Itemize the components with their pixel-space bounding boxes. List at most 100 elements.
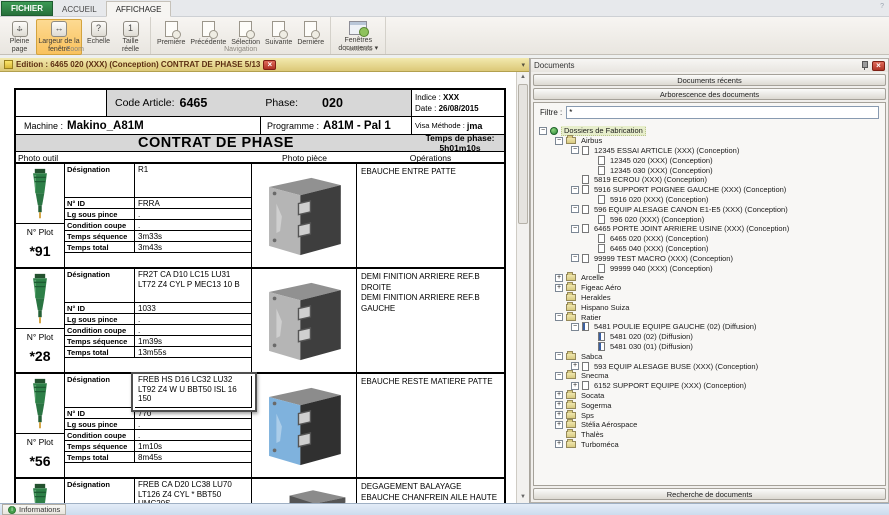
tree-item[interactable]: +6152 SUPPORT EQUIPE (XXX) (Conception) (537, 381, 882, 391)
tree-item[interactable]: +Figeac Aéro (537, 283, 882, 293)
derniere-button[interactable]: Dernière (295, 19, 326, 49)
field-label: Temps séquence (65, 336, 135, 346)
filter-input[interactable] (566, 106, 879, 119)
tree-item[interactable]: +Sogerma (537, 400, 882, 410)
tab-affichage[interactable]: AFFICHAGE (106, 1, 172, 17)
tree-item[interactable]: 6465 040 (XXX) (Conception) (537, 244, 882, 254)
tree-item[interactable]: −99999 TEST MACRO (XXX) (Conception) (537, 253, 882, 263)
expand-icon[interactable]: + (555, 401, 563, 409)
close-panel-button[interactable]: × (872, 61, 885, 71)
tree-item[interactable]: −Dossiers de Fabrication (537, 126, 882, 136)
collapse-icon[interactable]: − (571, 146, 579, 154)
echelle-button[interactable]: ?Echelle (83, 19, 114, 48)
collapse-icon[interactable]: − (571, 205, 579, 213)
phase-label: Phase: (265, 97, 298, 109)
close-document-button[interactable]: × (263, 60, 276, 70)
scrollbar-thumb[interactable] (518, 84, 528, 224)
tree-item[interactable]: −Sabca (537, 351, 882, 361)
collapse-icon[interactable]: − (571, 254, 579, 262)
n-plot-label: N° Plot (16, 437, 64, 447)
field-label: N° ID (65, 408, 135, 418)
tree-item[interactable]: +Stélia Aérospace (537, 420, 882, 430)
tree-item[interactable]: Thalès (537, 430, 882, 440)
expand-icon[interactable]: + (555, 440, 563, 448)
expand-icon[interactable]: + (571, 382, 579, 390)
help-icon[interactable]: ? (880, 3, 884, 10)
tree-item[interactable]: −5481 POULIE EQUIPE GAUCHE (02) (Diffusi… (537, 322, 882, 332)
premiere-button[interactable]: Première (155, 19, 187, 49)
tree-item[interactable]: +Turboméca (537, 440, 882, 450)
tool-photo (27, 376, 53, 432)
collapse-icon[interactable]: − (555, 352, 563, 360)
tree-item[interactable]: −6465 PORTE JOINT ARRIERE USINE (XXX) (C… (537, 224, 882, 234)
tree-item[interactable]: −Airbus (537, 136, 882, 146)
documents-tree-bar[interactable]: Arborescence des documents (533, 88, 886, 100)
tree-item[interactable]: 12345 020 (XXX) (Conception) (537, 155, 882, 165)
tree-item[interactable]: −Ratier (537, 312, 882, 322)
tree-item[interactable]: −596 EQUIP ALESAGE CANON E1-E5 (XXX) (Co… (537, 204, 882, 214)
tree-item[interactable]: 5481 020 (02) (Diffusion) (537, 332, 882, 342)
ribbon-body: ↔↕Pleine page↔Largeur de la fenêtre?Eche… (0, 17, 889, 55)
doc-icon (582, 362, 589, 371)
tab-fichier[interactable]: FICHIER (1, 1, 53, 16)
indice-value: XXX (443, 93, 459, 102)
informations-tab[interactable]: i Informations (2, 504, 66, 515)
n-plot-label: N° Plot (16, 332, 64, 342)
photo-piece-cell (252, 164, 357, 267)
selection-button[interactable]: Sélection (229, 19, 262, 49)
document-page: Code Article: 6465 Phase: 020 Indice : X… (0, 72, 516, 503)
expand-icon[interactable]: + (555, 391, 563, 399)
pin-icon[interactable] (860, 61, 869, 71)
precedente-button[interactable]: Précédente (188, 19, 228, 49)
expand-icon[interactable]: + (555, 284, 563, 292)
tab-accueil[interactable]: ACCUEIL (53, 2, 106, 16)
tool-icon (16, 166, 64, 222)
tree-item[interactable]: +Arcelle (537, 273, 882, 283)
tree-item-label: Hispano Suiza (579, 303, 631, 312)
tree-item[interactable]: Hispano Suiza (537, 302, 882, 312)
collapse-icon[interactable]: − (571, 225, 579, 233)
group-label: Navigation (151, 46, 330, 53)
tool-data-table: DésignationFREB HS D16 LC32 LU32 LT92 Z4… (65, 374, 252, 477)
field-label: Désignation (65, 374, 135, 407)
tree-item[interactable]: 5916 020 (XXX) (Conception) (537, 195, 882, 205)
scroll-up-icon[interactable]: ▲ (517, 72, 529, 83)
tree-item[interactable]: +Socata (537, 391, 882, 401)
collapse-icon[interactable]: − (571, 186, 579, 194)
tree-item[interactable]: +Sps (537, 410, 882, 420)
tree-item[interactable]: Herakles (537, 293, 882, 303)
tree-item-label: Herakles (579, 293, 613, 302)
collapse-icon[interactable]: − (539, 127, 547, 135)
tree-item[interactable]: 6465 020 (XXX) (Conception) (537, 234, 882, 244)
collapse-icon[interactable]: − (571, 323, 579, 331)
operations-cell: EBAUCHE RESTE MATIERE PATTE (357, 374, 504, 477)
recent-documents-bar[interactable]: Documents récents (533, 74, 886, 86)
scroll-down-icon[interactable]: ▼ (517, 492, 529, 503)
tree-item[interactable]: 5819 ECROU (XXX) (Conception) (537, 175, 882, 185)
document-title: CONTRAT DE PHASE (16, 135, 416, 151)
expand-icon[interactable]: + (555, 421, 563, 429)
collapse-icon[interactable]: − (555, 313, 563, 321)
search-documents-bar[interactable]: Recherche de documents (533, 488, 886, 500)
suivante-button[interactable]: Suivante (263, 19, 294, 49)
collapse-icon[interactable]: − (555, 372, 563, 380)
tree-item[interactable]: +593 EQUIP ALESAGE BUSE (XXX) (Conceptio… (537, 361, 882, 371)
tree-item[interactable]: 596 020 (XXX) (Conception) (537, 214, 882, 224)
window-menu-chevron-icon[interactable]: ▾ (521, 61, 525, 69)
piece-photo (258, 381, 350, 471)
expand-icon[interactable]: + (571, 362, 579, 370)
tree-item[interactable]: −Snecma (537, 371, 882, 381)
ribbon-group-navigation: PremièrePrécédenteSélectionSuivanteDerni… (151, 17, 331, 54)
tree-item[interactable]: 5481 030 (01) (Diffusion) (537, 342, 882, 352)
code-article-label: Code Article: (115, 97, 175, 109)
tree-item[interactable]: −12345 ESSAI ARTICLE (XXX) (Conception) (537, 146, 882, 156)
tree-item[interactable]: −5916 SUPPORT POIGNEE GAUCHE (XXX) (Conc… (537, 185, 882, 195)
document-scrollbar[interactable]: ▲ ▼ (516, 72, 529, 503)
expand-icon[interactable]: + (555, 411, 563, 419)
tool-icon (16, 481, 64, 503)
tree-item[interactable]: 12345 030 (XXX) (Conception) (537, 165, 882, 175)
expand-icon[interactable]: + (555, 274, 563, 282)
tree-item[interactable]: 99999 040 (XXX) (Conception) (537, 263, 882, 273)
field-value: FREB HS D16 LC32 LU32 LT92 Z4 W U BBT50 … (135, 374, 251, 407)
collapse-icon[interactable]: − (555, 137, 563, 145)
